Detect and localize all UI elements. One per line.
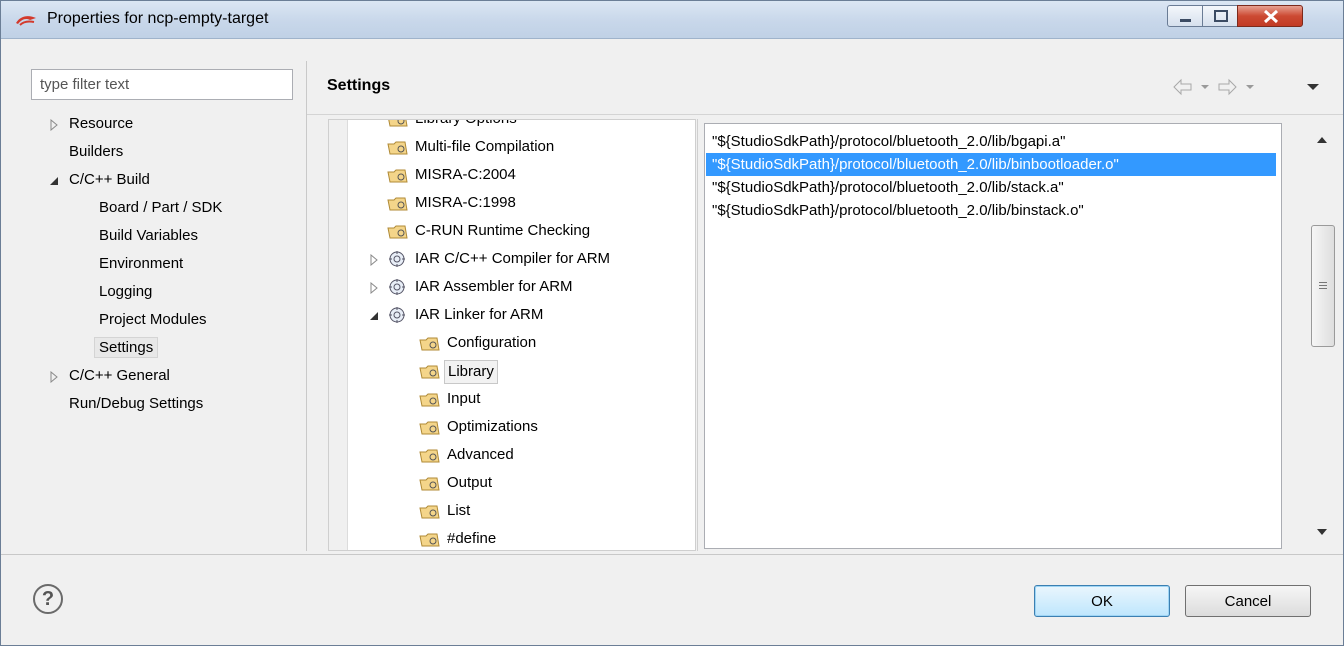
tool-gear-icon: [389, 251, 405, 267]
options-folder-icon: [388, 120, 408, 127]
tree-item-label: Library Options: [415, 120, 517, 132]
properties-dialog: Properties for ncp-empty-target Resource…: [0, 0, 1344, 646]
options-folder-icon: [419, 337, 440, 351]
nav-label: C/C++ General: [69, 367, 170, 384]
nav-item-logging[interactable]: Logging: [99, 280, 152, 304]
nav-label: Project Modules: [99, 311, 207, 328]
nav-item-board-part-sdk[interactable]: Board / Part / SDK: [99, 196, 222, 220]
list-item[interactable]: "${StudioSdkPath}/protocol/bluetooth_2.0…: [706, 199, 1276, 222]
options-folder-icon: [419, 393, 440, 407]
minimize-button[interactable]: [1167, 5, 1203, 27]
nav-label: Logging: [99, 283, 153, 300]
nav-item-resource[interactable]: Resource: [50, 112, 134, 136]
maximize-icon: [1214, 10, 1228, 22]
tree-item-label: List: [447, 502, 471, 519]
tree-item-label: Input: [447, 390, 481, 407]
options-folder-icon: [419, 505, 440, 519]
tree-item-label: C-RUN Runtime Checking: [415, 222, 591, 239]
options-folder-icon: [387, 141, 408, 155]
scroll-up-arrow-icon[interactable]: [1316, 135, 1328, 145]
tree-item-label: Library: [444, 360, 498, 384]
expand-arrow-icon[interactable]: [369, 282, 379, 294]
options-folder-icon: [387, 225, 408, 239]
options-folder-icon: [419, 449, 440, 463]
options-folder-icon: [387, 197, 408, 211]
page-title: Settings: [327, 77, 391, 94]
tool-settings-tree[interactable]: Library Options Multi-file Compilation M…: [328, 119, 696, 551]
options-folder-icon: [419, 421, 440, 435]
nav-item-cpp-build[interactable]: C/C++ Build: [50, 168, 150, 192]
nav-item-settings[interactable]: Settings: [94, 336, 159, 360]
list-vertical-scrollbar[interactable]: [1306, 123, 1340, 549]
options-folder-icon: [419, 533, 440, 547]
collapse-arrow-icon[interactable]: [369, 310, 379, 322]
options-folder-icon: [419, 477, 440, 491]
filter-input[interactable]: [31, 69, 293, 100]
title-bar[interactable]: Properties for ncp-empty-target: [1, 1, 1343, 39]
nav-item-run-debug-settings[interactable]: Run/Debug Settings: [69, 392, 203, 416]
nav-label: Builders: [69, 143, 124, 160]
expand-arrow-icon[interactable]: [49, 119, 59, 131]
minimize-icon: [1180, 19, 1191, 22]
nav-label: Run/Debug Settings: [69, 395, 204, 412]
close-button[interactable]: [1237, 5, 1303, 27]
tool-gear-icon: [389, 307, 405, 323]
tree-item-label: IAR C/C++ Compiler for ARM: [415, 250, 611, 267]
tool-gear-icon: [389, 279, 405, 295]
nav-label: Build Variables: [99, 227, 198, 244]
cancel-button[interactable]: Cancel: [1185, 585, 1311, 617]
tree-item-label: #define: [447, 530, 497, 547]
list-item[interactable]: "${StudioSdkPath}/protocol/bluetooth_2.0…: [706, 153, 1276, 176]
maximize-button[interactable]: [1202, 5, 1238, 27]
forward-history-icon[interactable]: [1216, 77, 1260, 97]
panel-divider[interactable]: [306, 61, 307, 551]
nav-label: Environment: [99, 255, 184, 272]
scroll-grip: [1319, 282, 1327, 283]
help-icon[interactable]: ?: [33, 584, 63, 614]
nav-label: Board / Part / SDK: [99, 199, 223, 216]
expand-arrow-icon[interactable]: [49, 371, 59, 383]
options-folder-icon: [387, 169, 408, 183]
tree-horizontal-offset: [329, 120, 348, 550]
library-options-panel: "${StudioSdkPath}/protocol/bluetooth_2.0…: [697, 119, 1343, 551]
options-folder-icon: [419, 365, 440, 379]
header-separator: [307, 114, 1343, 115]
library-list[interactable]: "${StudioSdkPath}/protocol/bluetooth_2.0…: [704, 123, 1282, 549]
list-item[interactable]: "${StudioSdkPath}/protocol/bluetooth_2.0…: [706, 130, 1276, 153]
nav-label: C/C++ Build: [69, 171, 150, 188]
expand-arrow-icon[interactable]: [369, 254, 379, 266]
button-bar-separator: [1, 554, 1343, 555]
scroll-down-arrow-icon[interactable]: [1316, 527, 1328, 537]
tree-item-label: IAR Assembler for ARM: [415, 278, 573, 295]
tree-item-label: Advanced: [447, 446, 514, 463]
app-logo-icon: [16, 16, 36, 26]
view-menu-icon[interactable]: [1303, 77, 1323, 97]
tree-item-label: IAR Linker for ARM: [415, 306, 544, 323]
nav-label: Settings: [94, 337, 159, 358]
tree-item-label: Configuration: [447, 334, 537, 351]
list-item[interactable]: "${StudioSdkPath}/protocol/bluetooth_2.0…: [706, 176, 1276, 199]
tree-item-label: Multi-file Compilation: [415, 138, 555, 155]
tree-item-label: MISRA-C:1998: [415, 194, 516, 211]
nav-item-cpp-general[interactable]: C/C++ General: [50, 364, 170, 388]
nav-item-build-variables[interactable]: Build Variables: [99, 224, 198, 248]
scroll-thumb[interactable]: [1311, 225, 1335, 347]
collapse-arrow-icon[interactable]: [49, 175, 59, 187]
nav-item-environment[interactable]: Environment: [99, 252, 183, 276]
tree-item-label: Output: [447, 474, 493, 491]
tree-item-label: Optimizations: [447, 418, 538, 435]
close-icon: [1263, 9, 1279, 24]
tree-item-label: MISRA-C:2004: [415, 166, 516, 183]
nav-item-project-modules[interactable]: Project Modules: [99, 308, 207, 332]
back-history-icon[interactable]: [1171, 77, 1215, 97]
window-title: Properties for ncp-empty-target: [47, 10, 269, 27]
ok-button[interactable]: OK: [1034, 585, 1170, 617]
nav-item-builders[interactable]: Builders: [69, 140, 123, 164]
nav-label: Resource: [69, 115, 134, 132]
